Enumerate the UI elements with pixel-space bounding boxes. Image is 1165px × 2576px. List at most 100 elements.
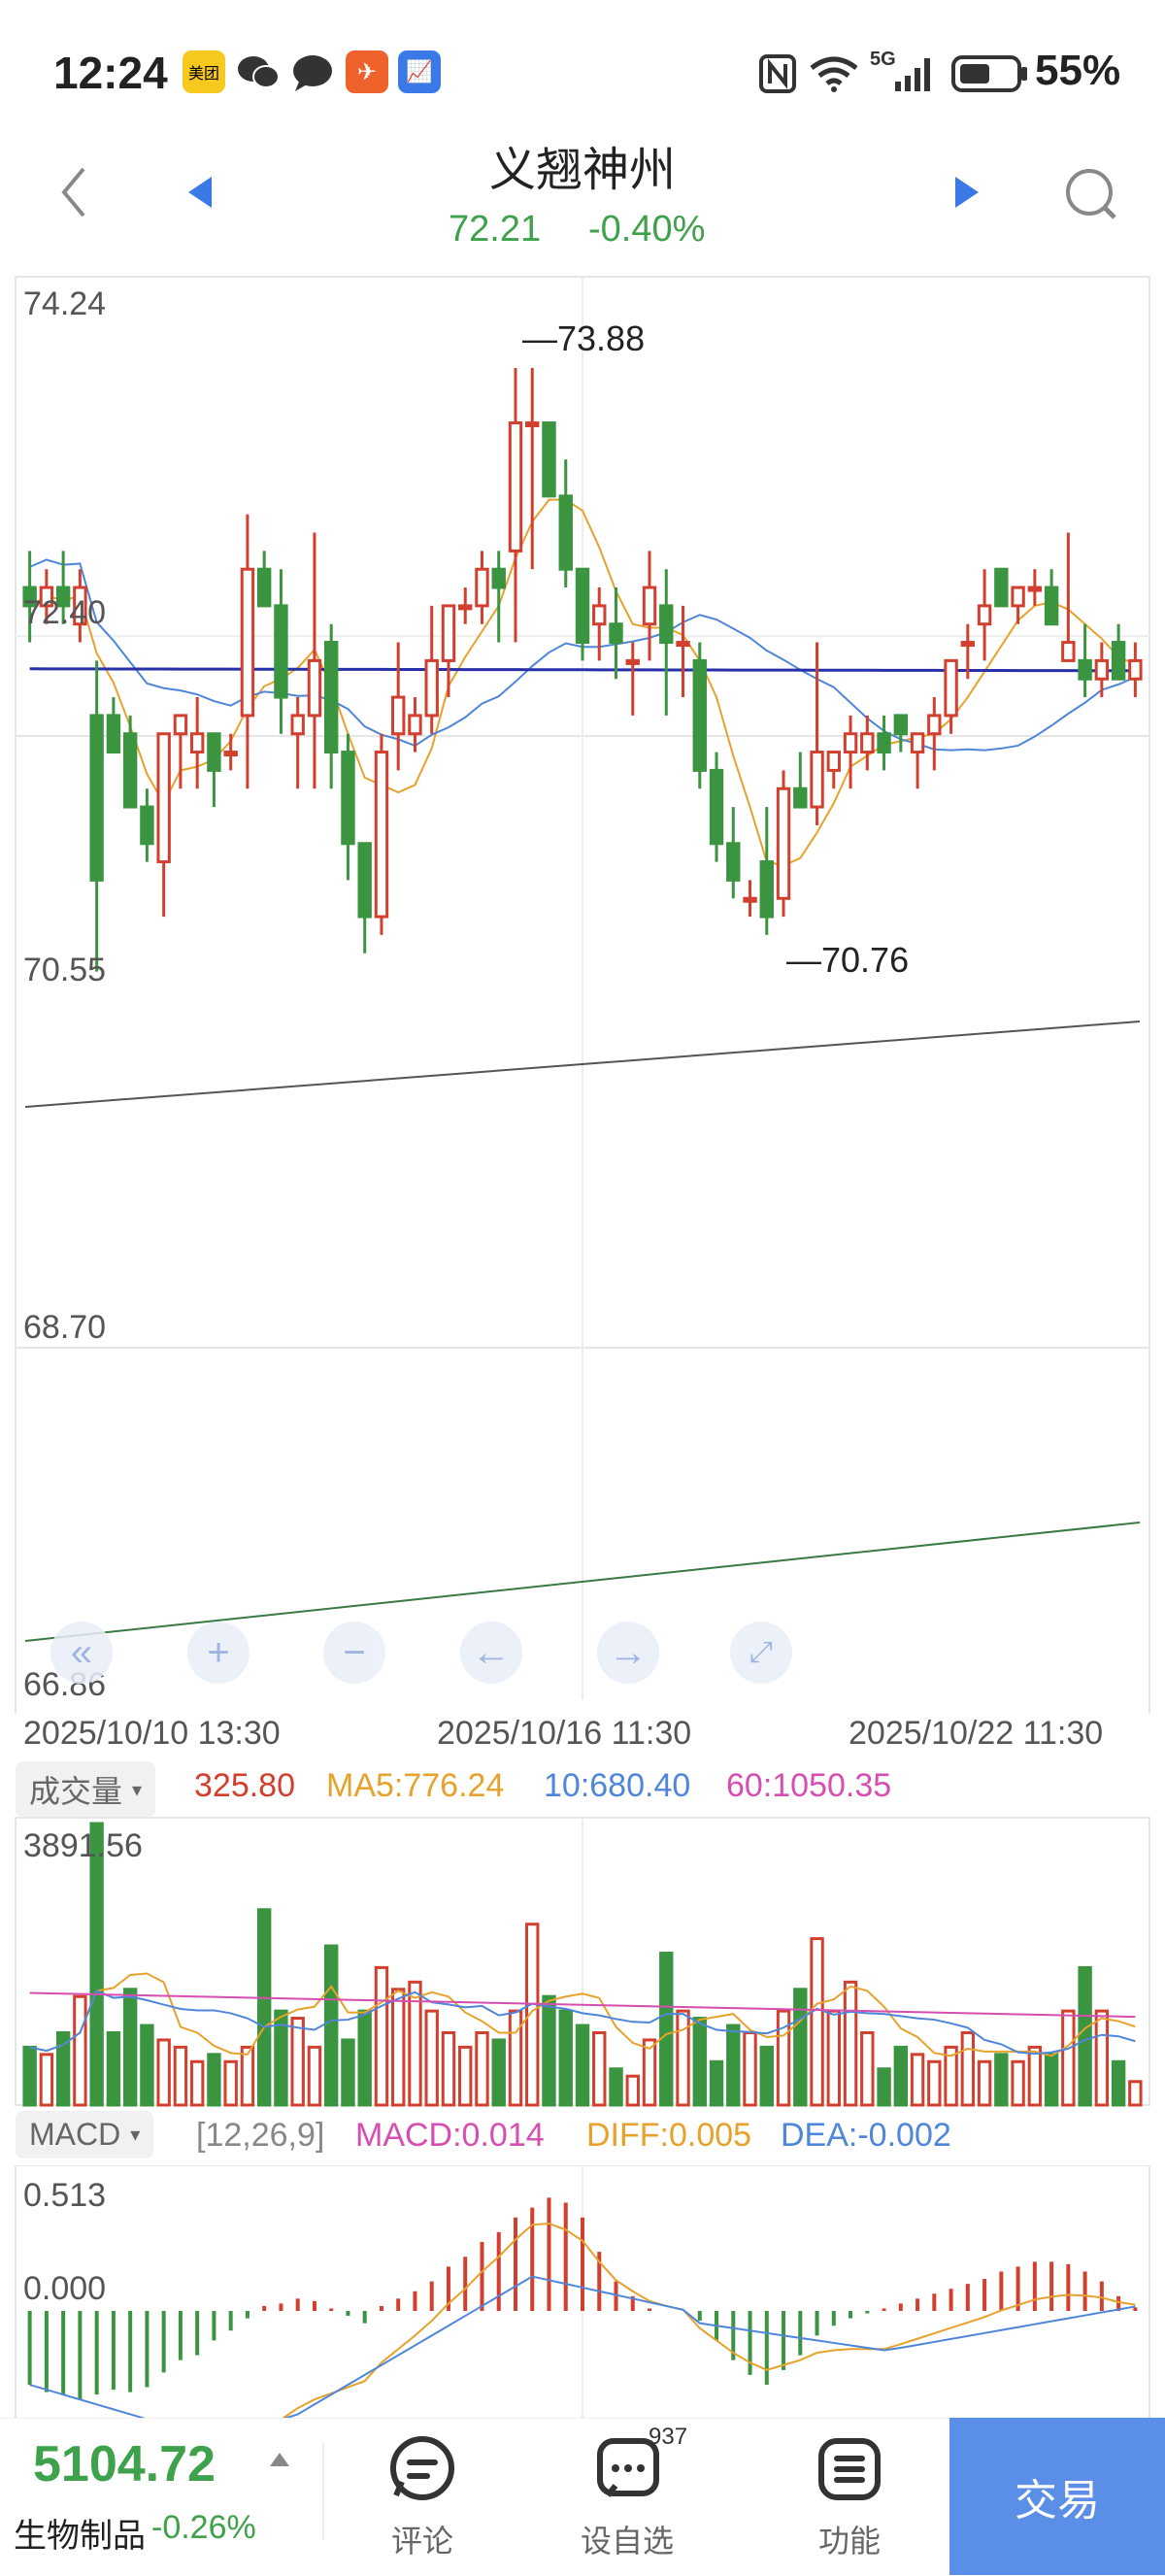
candle bbox=[1044, 585, 1059, 626]
volume-bar bbox=[223, 2059, 238, 2107]
volume-ma10: 10:680.40 bbox=[544, 1767, 691, 1804]
trade-button[interactable]: 交易 bbox=[949, 2418, 1165, 2575]
candle bbox=[542, 421, 556, 498]
volume-bar bbox=[625, 2074, 640, 2107]
volume-bar bbox=[592, 2030, 607, 2107]
candle bbox=[977, 604, 992, 626]
wifi-icon bbox=[810, 56, 858, 92]
volume-bar bbox=[575, 2024, 590, 2107]
candle bbox=[776, 786, 791, 900]
volume-bar bbox=[173, 2045, 188, 2107]
macd-selector[interactable]: MACD ▾ bbox=[16, 2111, 154, 2158]
candle bbox=[491, 567, 506, 589]
candle bbox=[173, 714, 188, 736]
price-label-2: 72.40 bbox=[23, 594, 107, 631]
candle bbox=[424, 658, 439, 718]
volume-chart[interactable] bbox=[0, 1816, 1165, 2107]
candle bbox=[944, 658, 958, 718]
candle bbox=[793, 786, 808, 809]
candle bbox=[307, 658, 322, 718]
rewind-icon[interactable]: « bbox=[50, 1622, 113, 1684]
candle bbox=[659, 604, 674, 645]
volume-bar bbox=[357, 2009, 372, 2107]
macd-value: MACD:0.014 bbox=[355, 2117, 545, 2154]
volume-bar bbox=[475, 2030, 489, 2107]
volume-bar bbox=[609, 2067, 623, 2107]
candle bbox=[89, 714, 104, 882]
zoom-in-icon[interactable]: + bbox=[187, 1622, 250, 1684]
candle bbox=[743, 896, 757, 903]
comment-label[interactable]: 评论 bbox=[345, 2517, 500, 2561]
volume-bar bbox=[290, 2017, 305, 2107]
battery-icon bbox=[951, 55, 1027, 92]
volume-bar bbox=[759, 2045, 774, 2107]
candle bbox=[1011, 585, 1025, 608]
macd-chart[interactable] bbox=[0, 2165, 1165, 2420]
volume-bar bbox=[106, 2030, 121, 2107]
candle bbox=[1027, 585, 1043, 592]
battery-percent: 55% bbox=[1035, 47, 1121, 94]
signal-icon bbox=[895, 58, 930, 91]
volume-bar bbox=[994, 2053, 1009, 2107]
functions-label[interactable]: 功能 bbox=[772, 2517, 927, 2561]
feishu-icon: ✈ bbox=[346, 50, 388, 93]
volume-bar bbox=[826, 2009, 841, 2107]
price-chart[interactable] bbox=[0, 257, 1165, 1714]
volume-bar bbox=[122, 1988, 138, 2107]
zoom-out-icon[interactable]: − bbox=[323, 1622, 385, 1684]
volume-max-label: 3891.56 bbox=[23, 1827, 143, 1864]
message-icon bbox=[293, 55, 332, 91]
right-arrow-icon[interactable]: → bbox=[597, 1622, 659, 1684]
stock-title: 义翘神州 bbox=[488, 145, 676, 196]
volume-bar bbox=[391, 1988, 406, 2107]
volume-bar bbox=[256, 1908, 272, 2107]
volume-bar bbox=[140, 2024, 154, 2107]
volume-bar bbox=[843, 1980, 858, 2107]
volume-bar bbox=[39, 2053, 54, 2107]
volume-bar bbox=[491, 2038, 506, 2107]
diff-value: DIFF:0.005 bbox=[586, 2117, 752, 2154]
index-value[interactable]: 5104.72 bbox=[33, 2435, 216, 2493]
watchlist-label[interactable]: 设自选 bbox=[549, 2517, 705, 2561]
candle bbox=[122, 732, 138, 809]
wechat-icon bbox=[238, 56, 280, 88]
candle bbox=[877, 732, 891, 754]
candle bbox=[558, 494, 573, 571]
volume-bar bbox=[927, 2059, 942, 2107]
search-icon[interactable] bbox=[1062, 165, 1120, 223]
volume-bar bbox=[156, 2038, 171, 2107]
volume-bar bbox=[424, 2009, 439, 2107]
high-marker: —73.88 bbox=[522, 318, 646, 358]
candle bbox=[609, 622, 623, 645]
candle bbox=[994, 567, 1009, 608]
candle bbox=[810, 751, 824, 809]
candle bbox=[374, 751, 389, 919]
volume-selector[interactable]: 成交量 ▾ bbox=[16, 1761, 156, 1818]
date-label-mid: 2025/10/16 11:30 bbox=[437, 1715, 692, 1752]
volume-bar bbox=[55, 2030, 71, 2107]
comment-icon[interactable] bbox=[388, 2435, 456, 2503]
volume-bar bbox=[1094, 2009, 1110, 2107]
candle bbox=[692, 658, 707, 772]
volume-bar bbox=[877, 2067, 891, 2107]
volume-bar bbox=[1044, 2053, 1059, 2107]
candle bbox=[843, 732, 858, 754]
volume-bar bbox=[324, 1944, 339, 2107]
volume-ma60: 60:1050.35 bbox=[726, 1767, 892, 1804]
candle bbox=[274, 604, 288, 699]
candle bbox=[458, 604, 473, 611]
candle bbox=[391, 695, 406, 736]
left-arrow-icon[interactable]: ← bbox=[460, 1622, 522, 1684]
candle bbox=[441, 604, 456, 662]
candle bbox=[525, 421, 540, 428]
functions-icon[interactable] bbox=[816, 2435, 883, 2503]
fullscreen-icon[interactable]: ⤢ bbox=[730, 1622, 792, 1684]
next-stock-icon[interactable] bbox=[951, 175, 981, 210]
volume-bar bbox=[1027, 2045, 1043, 2107]
volume-bar bbox=[860, 2030, 875, 2107]
volume-ma5: MA5:776.24 bbox=[326, 1767, 505, 1804]
candle bbox=[290, 714, 305, 736]
candle bbox=[893, 714, 909, 736]
volume-bar bbox=[793, 1988, 808, 2107]
candle bbox=[223, 751, 238, 757]
